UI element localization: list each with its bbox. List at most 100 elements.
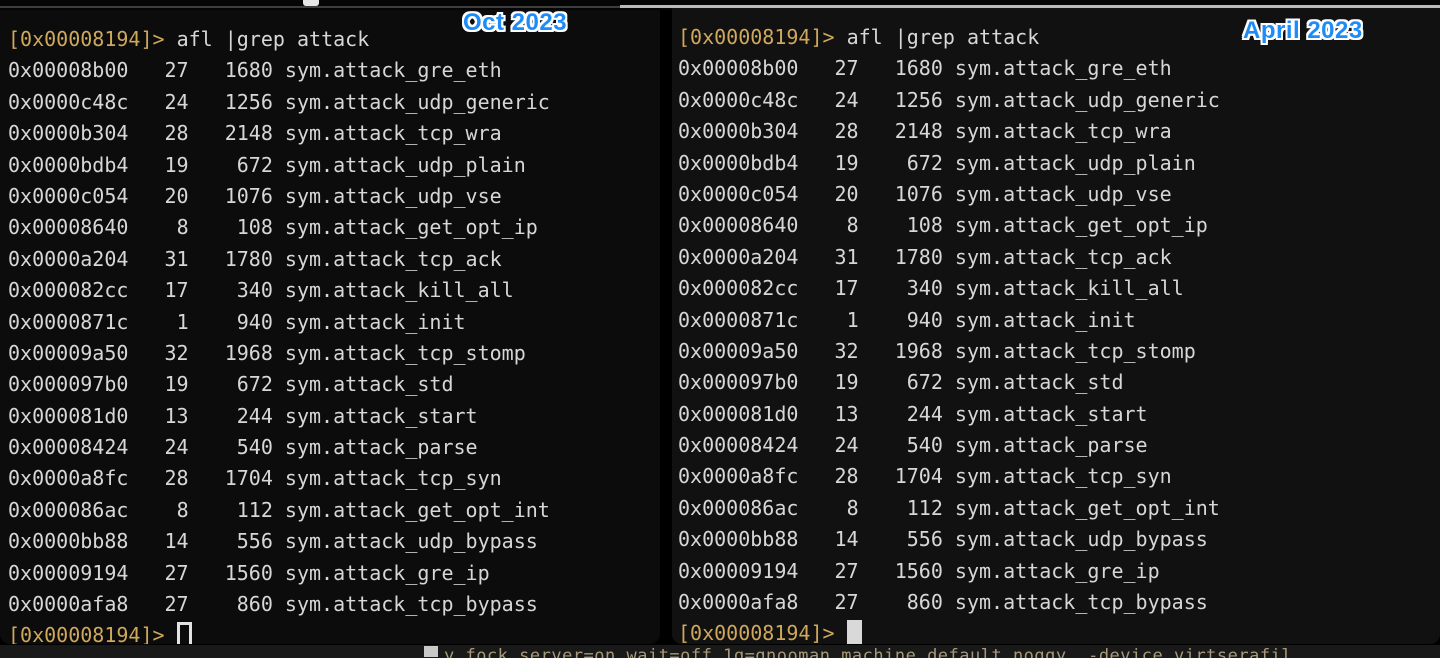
function-row: 0x0000bb8814556sym.attack_udp_bypass: [8, 526, 660, 557]
row-addr: 0x00008424: [8, 432, 128, 463]
row-cnt: 19: [128, 369, 188, 400]
row-addr: 0x0000b304: [8, 118, 128, 149]
row-size: 1076: [859, 179, 943, 210]
row-addr: 0x0000bdb4: [8, 150, 128, 181]
row-addr: 0x0000a204: [678, 242, 798, 273]
row-cnt: 19: [798, 367, 858, 398]
row-addr: 0x0000afa8: [8, 589, 128, 620]
row-addr: 0x0000c054: [678, 179, 798, 210]
row-size: 244: [189, 401, 273, 432]
row-size: 940: [859, 305, 943, 336]
row-name: sym.attack_std: [285, 372, 454, 396]
row-cnt: 31: [798, 242, 858, 273]
row-cnt: 31: [128, 244, 188, 275]
row-size: 860: [189, 589, 273, 620]
row-name: sym.attack_udp_generic: [285, 90, 550, 114]
function-row: 0x0000bb8814556sym.attack_udp_bypass: [678, 524, 1440, 555]
function-row: 0x00008b00271680sym.attack_gre_eth: [678, 53, 1440, 84]
row-addr: 0x0000bb88: [678, 524, 798, 555]
row-name: sym.attack_tcp_stomp: [285, 341, 526, 365]
row-cnt: 8: [128, 212, 188, 243]
row-addr: 0x0000bb88: [8, 526, 128, 557]
row-addr: 0x000082cc: [8, 275, 128, 306]
command-text: afl |grep attack: [847, 25, 1040, 49]
row-addr: 0x0000b304: [678, 116, 798, 147]
function-row: 0x0000afa827860sym.attack_tcp_bypass: [678, 587, 1440, 618]
row-addr: 0x0000a204: [8, 244, 128, 275]
function-row: 0x00009a50321968sym.attack_tcp_stomp: [678, 336, 1440, 367]
row-size: 540: [189, 432, 273, 463]
row-name: sym.attack_init: [955, 308, 1136, 332]
row-cnt: 13: [128, 401, 188, 432]
row-size: 672: [189, 369, 273, 400]
terminal-window-oct-2023[interactable]: [0x00008194]> afl |grep attack 0x00008b00…: [0, 10, 660, 644]
row-size: 2148: [859, 116, 943, 147]
row-size: 1704: [189, 463, 273, 494]
row-addr: 0x000081d0: [8, 401, 128, 432]
row-name: sym.attack_kill_all: [955, 276, 1184, 300]
row-name: sym.attack_parse: [955, 433, 1148, 457]
function-row: 0x00008b00271680sym.attack_gre_eth: [8, 55, 660, 86]
prompt-line: [0x00008194]>: [8, 620, 660, 644]
radare2-prompt: [0x00008194]>: [678, 621, 835, 644]
row-addr: 0x0000afa8: [678, 587, 798, 618]
row-addr: 0x0000871c: [678, 305, 798, 336]
function-row: 0x000082cc17340sym.attack_kill_all: [8, 275, 660, 306]
row-size: 556: [189, 526, 273, 557]
row-addr: 0x000097b0: [678, 367, 798, 398]
row-addr: 0x00008424: [678, 430, 798, 461]
row-cnt: 24: [798, 85, 858, 116]
row-name: sym.attack_udp_vse: [285, 184, 502, 208]
function-row: 0x000086ac8112sym.attack_get_opt_int: [678, 493, 1440, 524]
row-size: 112: [189, 495, 273, 526]
backdrop-window-bottom-strip: y_fock server=on wait=off 1q=qnooman mac…: [0, 644, 1440, 658]
function-row: 0x000086ac8112sym.attack_get_opt_int: [8, 495, 660, 526]
row-addr: 0x00008640: [678, 210, 798, 241]
annotation-label-april-2023: April 2023: [1243, 17, 1363, 45]
row-size: 340: [189, 275, 273, 306]
function-row: 0x0000c48c241256sym.attack_udp_generic: [678, 85, 1440, 116]
row-cnt: 14: [798, 524, 858, 555]
row-addr: 0x00009a50: [678, 336, 798, 367]
prompt-line: [0x00008194]>: [678, 618, 1440, 644]
row-cnt: 20: [798, 179, 858, 210]
terminal-window-april-2023[interactable]: [0x00008194]>afl |grep attack 0x00008b00…: [672, 8, 1440, 644]
function-row: 0x0000b304282148sym.attack_tcp_wra: [678, 116, 1440, 147]
function-row: 0x000082cc17340sym.attack_kill_all: [678, 273, 1440, 304]
row-size: 244: [859, 399, 943, 430]
row-addr: 0x0000c054: [8, 181, 128, 212]
annotation-label-oct-2023: Oct 2023: [463, 9, 567, 37]
row-cnt: 8: [128, 495, 188, 526]
row-name: sym.attack_gre_eth: [955, 56, 1172, 80]
row-addr: 0x000086ac: [678, 493, 798, 524]
function-row: 0x000086408108sym.attack_get_opt_ip: [8, 212, 660, 243]
row-addr: 0x000086ac: [8, 495, 128, 526]
row-cnt: 8: [798, 493, 858, 524]
function-list: 0x00008b00271680sym.attack_gre_eth 0x0000…: [8, 55, 660, 620]
function-row: 0x0000842424540sym.attack_parse: [8, 432, 660, 463]
backdrop-clipped-text-fragment-top: [303, 0, 319, 6]
row-size: 1560: [859, 556, 943, 587]
row-size: 1680: [859, 53, 943, 84]
row-addr: 0x0000bdb4: [678, 148, 798, 179]
row-cnt: 24: [798, 430, 858, 461]
function-row: 0x0000b304282148sym.attack_tcp_wra: [8, 118, 660, 149]
row-addr: 0x00009194: [678, 556, 798, 587]
row-size: 672: [859, 367, 943, 398]
function-row: 0x00009a50321968sym.attack_tcp_stomp: [8, 338, 660, 369]
row-name: sym.attack_tcp_ack: [955, 245, 1172, 269]
function-row: 0x00009194271560sym.attack_gre_ip: [678, 556, 1440, 587]
row-size: 940: [189, 307, 273, 338]
row-size: 672: [859, 148, 943, 179]
row-name: sym.attack_tcp_ack: [285, 247, 502, 271]
row-size: 540: [859, 430, 943, 461]
row-name: sym.attack_get_opt_ip: [285, 215, 538, 239]
radare2-prompt: [0x00008194]>: [678, 25, 835, 49]
row-cnt: 19: [798, 148, 858, 179]
command-text: afl |grep attack: [177, 27, 370, 51]
row-addr: 0x00008640: [8, 212, 128, 243]
function-row: 0x000081d013244sym.attack_start: [678, 399, 1440, 430]
row-name: sym.attack_tcp_syn: [955, 464, 1172, 488]
row-cnt: 14: [128, 526, 188, 557]
row-name: sym.attack_gre_ip: [285, 561, 490, 585]
